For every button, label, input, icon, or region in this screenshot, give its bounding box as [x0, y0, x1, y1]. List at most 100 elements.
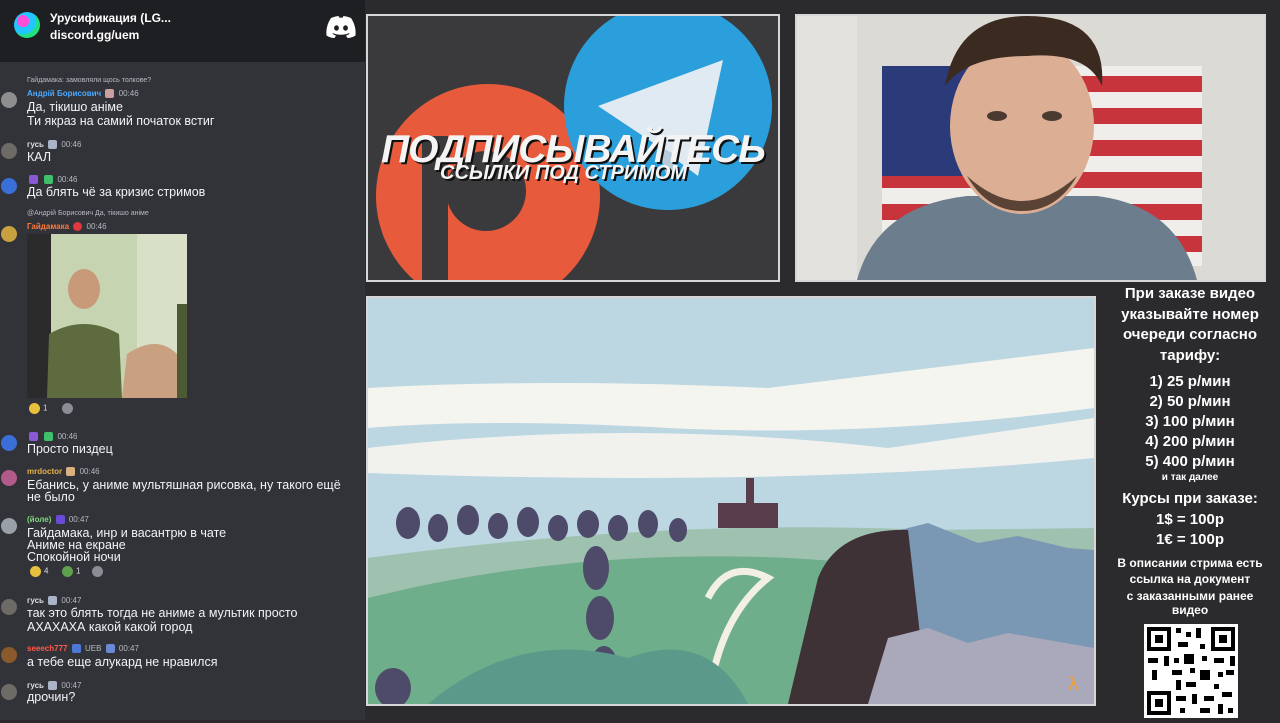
message-text: Ти якраз на самий початок встиг: [27, 114, 215, 128]
info-header-line: очереди согласно: [1122, 326, 1258, 343]
timestamp: 00:47: [61, 596, 82, 605]
message-header: seeech777 UEB 00:47: [27, 644, 139, 654]
username[interactable]: mrdoctor: [27, 467, 62, 476]
order-info-panel: При заказе видео указывайте номер очеред…: [1100, 284, 1280, 616]
username[interactable]: гусь: [27, 596, 44, 605]
note-line: В описании стрима есть: [1117, 555, 1263, 570]
role-badge-icon: [29, 175, 38, 185]
role-badge-icon: [44, 175, 54, 185]
avatar[interactable]: [1, 435, 17, 451]
role-badge-icon: [44, 432, 54, 442]
timestamp: 00:46: [61, 140, 82, 149]
role-badge-icon: [66, 467, 76, 477]
timestamp: 00:46: [57, 175, 78, 184]
message-header: Гайдамака 00:46: [27, 222, 107, 232]
anime-scene: λ: [368, 298, 1094, 704]
message-text: АХАХАХА какой какой город: [27, 620, 193, 634]
avatar[interactable]: [1, 92, 17, 108]
role-badge-icon: [48, 596, 58, 606]
message-header: гусь 00:47: [27, 596, 82, 606]
role-badge-icon: [55, 515, 65, 525]
username[interactable]: Гайдамака: [27, 222, 69, 231]
message-header: 00:46: [27, 175, 78, 185]
emoji-icon: [92, 566, 103, 577]
username[interactable]: seeech777: [27, 644, 67, 653]
info-header-line: тарифу:: [1159, 346, 1221, 364]
reaction[interactable]: 1: [29, 403, 47, 414]
username[interactable]: (йоле): [27, 515, 51, 524]
message-text: а тебе еще алукард не нравился: [27, 655, 218, 669]
channel-logo-icon: λ: [1068, 674, 1079, 695]
message-text: не было: [27, 490, 75, 504]
avatar[interactable]: [1, 684, 17, 700]
message-text: дрочин?: [27, 690, 76, 704]
username[interactable]: Андрій Борисович: [27, 89, 101, 98]
reply-preview[interactable]: @Андрій Борисович Да, тікишо аніме: [27, 210, 149, 217]
attached-image[interactable]: [27, 234, 187, 398]
message-text: так это блять тогда не аниме а мультик п…: [27, 606, 298, 620]
role-badge-icon: [105, 89, 115, 99]
avatar[interactable]: [1, 178, 17, 194]
role-tag: UEB: [84, 644, 102, 653]
tariff-etc: и так далее: [1161, 472, 1219, 483]
message-header: (йоле) 00:47: [27, 515, 89, 525]
tariff-item: 2) 50 р/мин: [1149, 393, 1231, 410]
timestamp: 00:47: [61, 681, 82, 690]
timestamp: 00:47: [118, 644, 139, 653]
tariff-item: 5) 400 р/мин: [1145, 453, 1235, 470]
role-badge-icon: [29, 432, 38, 442]
discord-icon: [326, 16, 356, 38]
username[interactable]: гусь: [27, 681, 44, 690]
avatar[interactable]: [1, 226, 17, 242]
note-line: видео: [1171, 603, 1209, 617]
role-badge-icon: [48, 140, 58, 150]
qr-code-icon: [1144, 624, 1238, 718]
discord-server-card[interactable]: Урусификация (LG... discord.gg/uem: [0, 0, 365, 62]
avatar[interactable]: [1, 647, 17, 663]
message-text: Да блять чё за кризис стримов: [27, 185, 206, 199]
info-header-line: При заказе видео: [1124, 285, 1256, 302]
webcam-feed: [795, 14, 1266, 282]
emoji-icon: [62, 403, 73, 414]
avatar[interactable]: [1, 518, 17, 534]
subscribe-banner: ПОДПИСЫВАЙТЕСЬ ССЫЛКИ ПОД СТРИМОМ: [366, 14, 780, 282]
add-reaction-button[interactable]: [62, 403, 76, 414]
emoji-icon: [62, 566, 73, 577]
timestamp: 00:46: [57, 432, 78, 441]
reaction[interactable]: 1: [62, 566, 80, 577]
avatar[interactable]: [1, 143, 17, 159]
message-header: гусь 00:46: [27, 140, 82, 150]
avatar[interactable]: [1, 470, 17, 486]
role-badge-icon: [105, 644, 115, 654]
timestamp: 00:46: [118, 89, 139, 98]
role-badge-icon: [71, 644, 81, 654]
rate-item: 1$ = 100р: [1156, 510, 1224, 528]
message-text: Спокойной ночи: [27, 550, 121, 564]
timestamp: 00:46: [79, 467, 100, 476]
reaction[interactable]: 4: [30, 566, 48, 577]
tariff-item: 3) 100 р/мин: [1145, 413, 1235, 430]
note-line: ссылка на документ: [1129, 572, 1251, 586]
rates-title: Курсы при заказе:: [1122, 490, 1258, 507]
emoji-icon: [29, 403, 40, 414]
reply-preview[interactable]: Гайдамака: замовляли щось толкове?: [27, 77, 151, 84]
message-header: Андрій Борисович 00:46: [27, 89, 139, 99]
qr-code[interactable]: [1144, 624, 1238, 718]
server-icon: [14, 12, 40, 38]
tariff-item: 4) 200 р/мин: [1145, 433, 1235, 450]
timestamp: 00:46: [86, 222, 107, 231]
username[interactable]: гусь: [27, 140, 44, 149]
message-header: гусь 00:47: [27, 681, 82, 691]
server-invite-link[interactable]: discord.gg/uem: [50, 28, 139, 42]
note-line: с заказанными ранее: [1126, 588, 1254, 603]
video-player[interactable]: λ: [366, 296, 1096, 706]
add-reaction-button[interactable]: [92, 566, 106, 577]
rate-item: 1€ = 100р: [1156, 531, 1224, 548]
message-text: КАЛ: [27, 150, 52, 164]
webcam-image: [797, 16, 1264, 280]
message-text: Просто пиздец: [27, 442, 113, 456]
role-badge-icon: [73, 222, 83, 232]
avatar[interactable]: [1, 599, 17, 615]
message-text: Да, тікишо аніме: [27, 100, 123, 114]
chat-panel: Урусификация (LG... discord.gg/uem Гайда…: [0, 0, 365, 720]
